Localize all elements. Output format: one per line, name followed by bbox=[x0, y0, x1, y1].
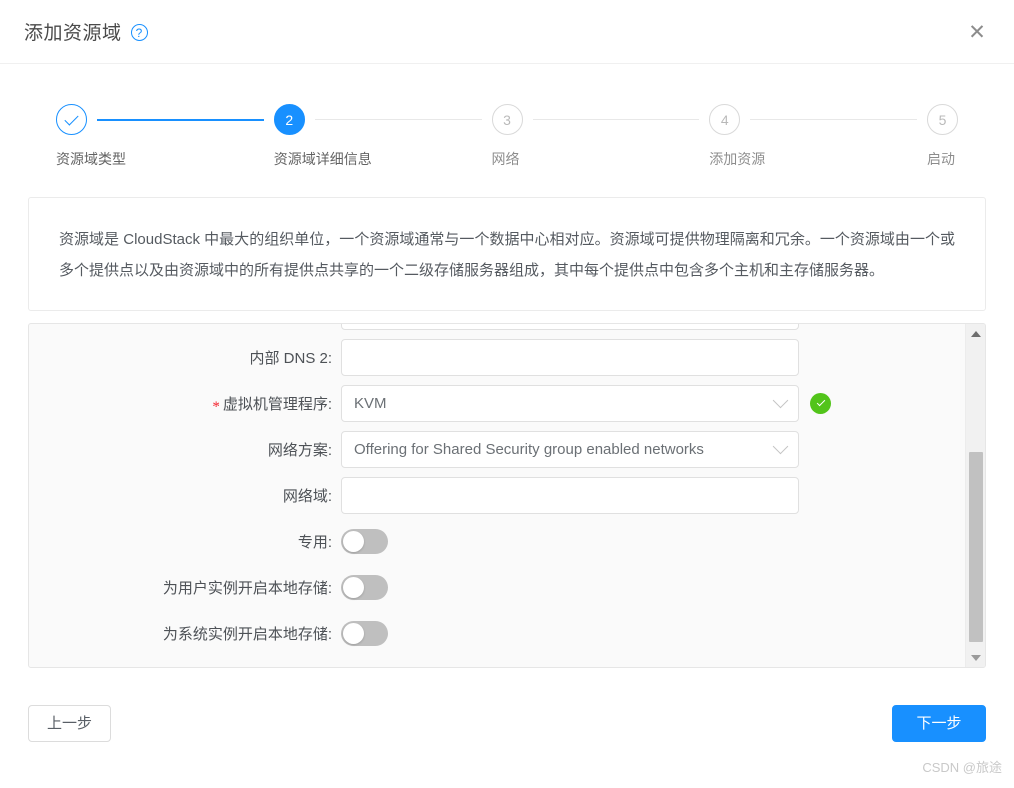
check-icon bbox=[56, 104, 87, 135]
network-offering-select-value: Offering for Shared Security group enabl… bbox=[354, 440, 704, 458]
modal-header: 添加资源域 ? ✕ bbox=[0, 0, 1014, 64]
step-number: 3 bbox=[491, 104, 523, 135]
modal-footer: 上一步 下一步 bbox=[0, 705, 1014, 742]
question-circle-icon[interactable]: ? bbox=[130, 24, 148, 41]
label-network-domain: 网络域: bbox=[282, 487, 332, 505]
scroll-up-button[interactable] bbox=[966, 324, 985, 343]
form-row-internal-dns2: 内部 DNS 2: bbox=[29, 334, 965, 380]
label-dedicated: 专用: bbox=[297, 533, 332, 551]
page-title: 添加资源域 bbox=[24, 23, 122, 44]
step-label: 资源域详细信息 bbox=[273, 151, 372, 167]
zone-description-panel: 资源域是 CloudStack 中最大的组织单位，一个资源域通常与一个数据中心相… bbox=[28, 197, 986, 311]
form-row-network-offering: 网络方案: Offering for Shared Security group… bbox=[29, 426, 965, 472]
internal-dns2-input[interactable] bbox=[341, 338, 799, 376]
step-launch[interactable]: 5 启动 bbox=[927, 104, 958, 169]
form-row-hypervisor: * 虚拟机管理程序: KVM bbox=[29, 380, 965, 426]
label-network-offering: 网络方案: bbox=[267, 441, 332, 459]
local-storage-system-toggle[interactable] bbox=[341, 620, 388, 646]
step-connector bbox=[750, 119, 917, 120]
step-label: 添加资源 bbox=[709, 151, 766, 167]
form-scroll-viewport: 内部 DNS 2: * 虚拟机管理程序: KVM 网络方案: Offering … bbox=[29, 324, 965, 667]
network-offering-select[interactable]: Offering for Shared Security group enabl… bbox=[341, 430, 799, 468]
step-connector bbox=[314, 119, 482, 120]
local-storage-user-toggle[interactable] bbox=[341, 574, 388, 600]
step-zone-type[interactable]: 资源域类型 bbox=[56, 104, 274, 169]
form-row-dedicated: 专用: bbox=[29, 518, 965, 564]
caret-up-icon bbox=[970, 330, 981, 337]
caret-down-icon bbox=[970, 654, 981, 661]
form-scrollbar[interactable] bbox=[965, 324, 985, 667]
previous-step-button[interactable]: 上一步 bbox=[28, 705, 112, 742]
step-zone-details[interactable]: 2 资源域详细信息 bbox=[273, 104, 492, 169]
scrollbar-thumb[interactable] bbox=[969, 452, 983, 642]
close-icon[interactable]: ✕ bbox=[958, 13, 996, 51]
step-number: 4 bbox=[709, 104, 741, 135]
chevron-down-icon bbox=[772, 438, 789, 455]
validation-success-icon bbox=[810, 392, 831, 414]
step-connector bbox=[97, 119, 264, 121]
hypervisor-select-value: KVM bbox=[354, 394, 387, 412]
next-step-button[interactable]: 下一步 bbox=[892, 705, 986, 742]
form-row-local-storage-user: 为用户实例开启本地存储: bbox=[29, 564, 965, 610]
label-hypervisor: * 虚拟机管理程序: bbox=[29, 393, 341, 415]
form-row-cut-off bbox=[29, 324, 965, 334]
step-label: 网络 bbox=[491, 151, 520, 167]
step-label: 资源域类型 bbox=[56, 151, 126, 167]
label-internal-dns2: 内部 DNS 2: bbox=[249, 349, 332, 367]
zone-description-text: 资源域是 CloudStack 中最大的组织单位，一个资源域通常与一个数据中心相… bbox=[59, 231, 955, 279]
step-number: 2 bbox=[273, 104, 305, 135]
label-hypervisor-text: 虚拟机管理程序: bbox=[222, 395, 332, 413]
add-zone-modal: 添加资源域 ? ✕ 资源域类型 2 资源域详细信息 3 网络 4 添加资源 5 … bbox=[0, 0, 1014, 788]
zone-details-form-panel: 内部 DNS 2: * 虚拟机管理程序: KVM 网络方案: Offering … bbox=[28, 323, 986, 668]
watermark: CSDN @旅途 bbox=[922, 760, 1002, 775]
step-network[interactable]: 3 网络 bbox=[491, 104, 710, 169]
form-row-local-storage-system: 为系统实例开启本地存储: bbox=[29, 610, 965, 656]
scroll-down-button[interactable] bbox=[966, 648, 985, 667]
chevron-down-icon bbox=[772, 392, 789, 409]
form-row-network-domain: 网络域: bbox=[29, 472, 965, 518]
label-local-storage-user: 为用户实例开启本地存储: bbox=[162, 579, 332, 597]
label-local-storage-system: 为系统实例开启本地存储: bbox=[162, 625, 332, 643]
hypervisor-select[interactable]: KVM bbox=[341, 384, 799, 422]
dedicated-toggle[interactable] bbox=[341, 528, 388, 554]
truncated-input[interactable] bbox=[341, 324, 799, 330]
step-add-resources[interactable]: 4 添加资源 bbox=[709, 104, 927, 169]
step-number: 5 bbox=[927, 104, 958, 135]
required-star: * bbox=[212, 398, 220, 415]
step-label: 启动 bbox=[927, 151, 955, 167]
network-domain-input[interactable] bbox=[341, 476, 799, 514]
step-connector bbox=[532, 119, 700, 120]
wizard-steps: 资源域类型 2 资源域详细信息 3 网络 4 添加资源 5 启动 bbox=[0, 64, 1014, 169]
